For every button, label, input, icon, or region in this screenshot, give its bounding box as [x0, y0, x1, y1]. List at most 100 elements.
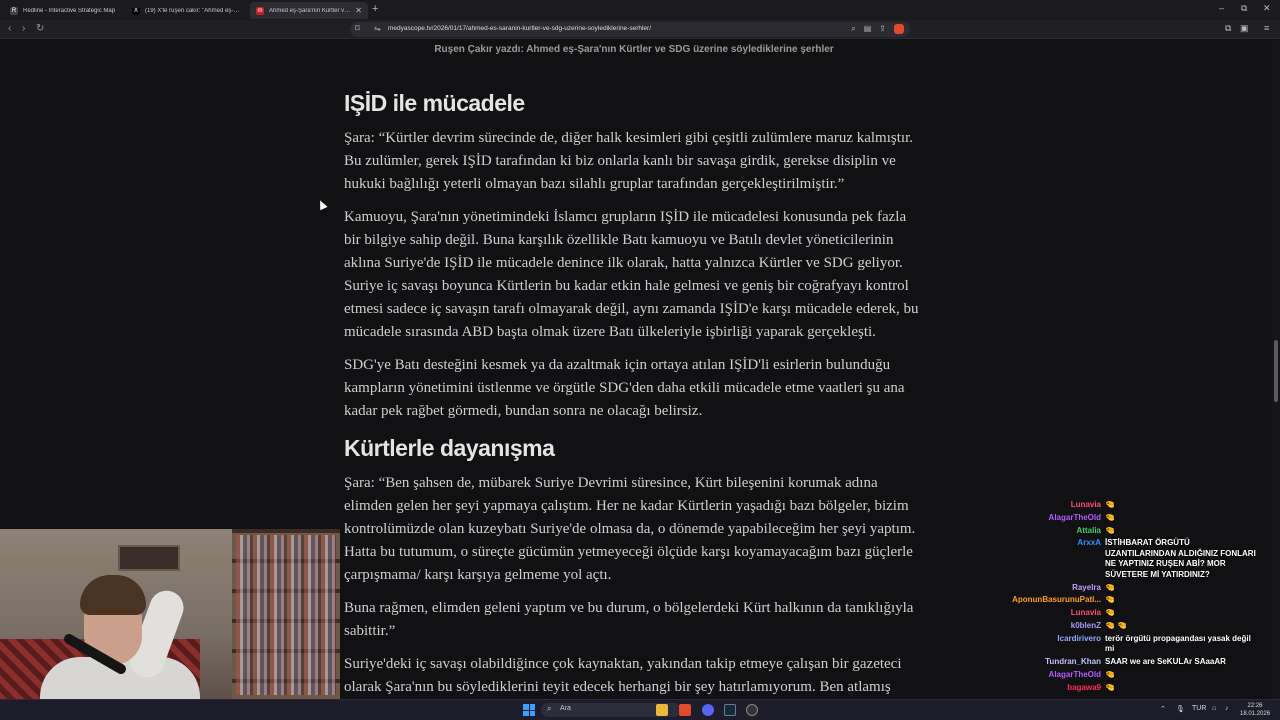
tab-redline[interactable]: R Redline - Interactive Strategic Map	[4, 2, 122, 19]
chat-message-text: terör örgütü propagandası yasak değil mi	[1105, 633, 1251, 654]
section-heading: Kürtlerle dayanışma	[344, 435, 555, 461]
chat-message: AponunBasurunuPatl... 🤏	[990, 595, 1265, 606]
chat-username[interactable]: AlagarTheOld	[990, 670, 1105, 681]
zoom-icon[interactable]: ⌕	[851, 24, 855, 34]
search-icon: ⌕	[547, 704, 552, 713]
medyascope-favicon-icon: m	[256, 6, 264, 15]
tab-label: Ahmed eş-Şara'nın Kürtler ve SDG	[269, 7, 350, 14]
article-paragraph: Suriye'deki iç savaşı olabildiğince çok …	[344, 656, 902, 695]
forward-icon[interactable]: ›	[22, 23, 25, 34]
tab-x-post[interactable]: X (19) X'te ruşen cakır: "Ahmed eş-Şara	[126, 2, 246, 19]
reader-icon[interactable]: ▤	[864, 24, 872, 34]
tab-medyascope[interactable]: m Ahmed eş-Şara'nın Kürtler ve SDG ✕	[250, 2, 368, 19]
page-scrollbar[interactable]	[1272, 40, 1280, 699]
tray-overflow-icon[interactable]: ⌃	[1160, 705, 1166, 713]
chat-message-text: 🤏 🤏	[1105, 621, 1260, 632]
pinching-hand-emote-icon: 🤏	[1105, 595, 1115, 605]
brave-shields-icon[interactable]	[894, 24, 904, 34]
chat-message-text: İSTİHBARAT ÖRGÜTÜ UZANTILARINDAN ALDIĞIN…	[1105, 538, 1256, 579]
obs-icon[interactable]	[746, 704, 758, 716]
chat-username[interactable]: Icardirivero	[990, 634, 1105, 645]
chat-message: Tundran_Khan SAAR we are SeKULAr SAaaAR	[990, 657, 1265, 668]
chat-username[interactable]: Tundran_Khan	[990, 657, 1105, 668]
chat-username[interactable]: Attalia	[990, 526, 1105, 537]
chat-message: AlagarTheOld 🤏	[990, 670, 1265, 681]
microphone-tray-icon[interactable]: 🎙	[1176, 705, 1185, 713]
volume-icon[interactable]: ♪	[1225, 705, 1229, 712]
pinching-hand-emote-icon: 🤏	[1105, 608, 1115, 618]
chat-overlay: Lunavia 🤏 AlagarTheOld 🤏 Attalia 🤏 ArxxA İST…	[990, 500, 1265, 715]
file-explorer-icon[interactable]	[656, 704, 668, 716]
chat-username[interactable]: AlagarTheOld	[990, 513, 1105, 524]
chat-message-text: 🤏	[1105, 500, 1260, 511]
chat-message: ArxxA İSTİHBARAT ÖRGÜTÜ UZANTILARINDAN AL…	[990, 538, 1265, 580]
chat-message-text: 🤏	[1105, 513, 1260, 524]
site-info-icon[interactable]: ⇋	[374, 24, 381, 33]
chat-message-text: 🤏	[1105, 608, 1260, 619]
share-icon[interactable]: ⇪	[879, 24, 886, 34]
menu-icon[interactable]: ≡	[1264, 23, 1269, 33]
extensions-icon[interactable]: ⧉	[1225, 23, 1231, 34]
chat-username[interactable]: bagawa9	[990, 683, 1105, 694]
pinching-hand-emote-icon: 🤏	[1105, 525, 1115, 535]
pinching-hand-emote-icon: 🤏	[1105, 582, 1115, 592]
chat-message: k0blenZ 🤏 🤏	[990, 621, 1265, 632]
chat-username[interactable]: k0blenZ	[990, 621, 1105, 632]
article-paragraph: Buna rağmen, elimden geleni yaptım ve bu…	[344, 600, 914, 639]
tab-bar: R Redline - Interactive Strategic Map X …	[0, 0, 1280, 20]
chat-message-text: 🤏	[1105, 683, 1260, 694]
pinching-hand-emote-icon: 🤏	[1105, 669, 1115, 679]
chat-username[interactable]: Lunavia	[990, 500, 1105, 511]
brave-browser-icon[interactable]	[679, 704, 691, 716]
minimize-button[interactable]: –	[1219, 3, 1224, 13]
article-paragraph: Kamuoyu, Şara'nın yönetimindeki İslamcı …	[344, 209, 919, 340]
steam-icon[interactable]	[724, 704, 736, 716]
redline-favicon-icon: R	[10, 6, 18, 15]
url-text[interactable]: medyascope.tv/2026/01/17/ahmed-es-sarani…	[388, 25, 651, 32]
chat-username[interactable]: Lunavia	[990, 608, 1105, 619]
chat-message: Rayelra 🤏	[990, 583, 1265, 594]
address-bar[interactable]: ⌑ ⇋ medyascope.tv/2026/01/17/ahmed-es-sa…	[350, 22, 910, 37]
chat-message: Icardirivero terör örgütü propagandası ya…	[990, 634, 1265, 655]
chat-username[interactable]: ArxxA	[990, 538, 1105, 549]
pinching-hand-emote-icon: 🤏	[1105, 500, 1115, 509]
chat-message-text: 🤏	[1105, 670, 1260, 681]
bookmark-icon[interactable]: ⌑	[355, 23, 360, 34]
section-heading: IŞİD ile mücadele	[344, 90, 525, 116]
article-paragraph: Şara: “Ben şahsen de, mübarek Suriye Dev…	[344, 475, 916, 583]
sidebar-icon[interactable]: ▣	[1240, 23, 1249, 34]
chat-message-text: 🤏	[1105, 526, 1260, 537]
taskbar: ⌕ Ara ⌃ 🎙 TUR ⌂ ♪ 22:26 18.01.2026	[0, 699, 1280, 720]
system-clock[interactable]: 22:26 18.01.2026	[1240, 702, 1270, 718]
close-window-button[interactable]: ✕	[1263, 3, 1271, 14]
chat-message: bagawa9 🤏	[990, 683, 1265, 694]
back-icon[interactable]: ‹	[8, 23, 11, 34]
discord-icon[interactable]	[702, 704, 714, 716]
scrollbar-thumb[interactable]	[1274, 340, 1278, 402]
new-tab-button[interactable]: +	[372, 3, 378, 15]
books	[236, 535, 336, 695]
chat-message: Attalia 🤏	[990, 526, 1265, 537]
article-paragraph: SDG'ye Batı desteğini kesmek ya da azalt…	[344, 357, 905, 419]
chat-message: AlagarTheOld 🤏	[990, 513, 1265, 524]
maximize-button[interactable]: ⧉	[1241, 3, 1247, 14]
chat-message-text: 🤏	[1105, 595, 1260, 606]
article-body: IŞİD ile mücadele Şara: “Kürtler devrim …	[344, 90, 926, 699]
wall-picture	[118, 545, 180, 571]
article-paragraph: Şara: “Kürtler devrim sürecinde de, diğe…	[344, 130, 913, 192]
chat-message: Lunavia 🤏	[990, 608, 1265, 619]
language-indicator[interactable]: TUR	[1192, 705, 1206, 712]
tab-label: (19) X'te ruşen cakır: "Ahmed eş-Şara	[145, 7, 240, 14]
tab-label: Redline - Interactive Strategic Map	[23, 7, 116, 14]
windows-start-icon[interactable]	[523, 704, 535, 716]
pinching-hand-emote-icon: 🤏	[1105, 512, 1115, 522]
clock-date: 18.01.2026	[1240, 711, 1271, 717]
reload-icon[interactable]: ↻	[36, 23, 44, 34]
network-icon[interactable]: ⌂	[1212, 705, 1216, 712]
chat-message-text: 🤏	[1105, 583, 1260, 594]
chat-message-text: SAAR we are SeKULAr SAaaAR	[1105, 657, 1226, 667]
chat-username[interactable]: AponunBasurunuPatl...	[990, 595, 1105, 606]
close-tab-icon[interactable]: ✕	[355, 6, 362, 15]
chat-username[interactable]: Rayelra	[990, 583, 1105, 594]
navigation-bar: ‹ › ↻ ⌑ ⇋ medyascope.tv/2026/01/17/ahmed…	[0, 20, 1280, 39]
